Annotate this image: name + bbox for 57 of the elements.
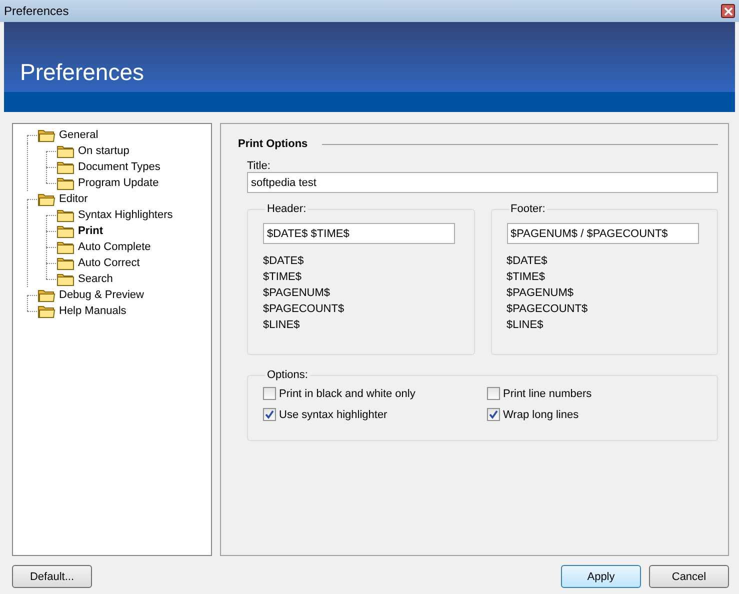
tree-item[interactable]: On startup: [77, 145, 130, 157]
variable-item[interactable]: $DATE$: [263, 253, 458, 269]
banner-title: Preferences: [20, 59, 144, 86]
checkbox[interactable]: [487, 387, 500, 400]
variable-item[interactable]: $PAGECOUNT$: [263, 301, 458, 317]
template-field[interactable]: $PAGENUM$ / $PAGECOUNT$: [506, 223, 698, 244]
checkbox[interactable]: [263, 408, 276, 421]
folder-icon: [57, 160, 74, 174]
tree-item[interactable]: Auto Correct: [77, 257, 141, 269]
cancel-button[interactable]: Cancel: [649, 565, 729, 588]
checkbox-label: Print line numbers: [503, 388, 592, 400]
folder-icon: [57, 176, 74, 190]
close-icon: [724, 6, 732, 16]
checkbox-label: Wrap long lines: [503, 408, 579, 420]
group-legend: Options:: [265, 369, 310, 381]
tree-item[interactable]: Print: [77, 225, 104, 237]
tree-item[interactable]: Document Types: [77, 161, 162, 173]
title-label: Title:: [247, 160, 272, 172]
folder-icon: [57, 208, 74, 222]
checkbox[interactable]: [263, 387, 276, 400]
folder-icon: [57, 272, 74, 286]
group-legend: Header:: [265, 203, 308, 215]
tree-item[interactable]: General: [58, 129, 100, 141]
folder-icon: [38, 128, 55, 142]
folder-icon: [38, 288, 55, 302]
tree-item[interactable]: Editor: [58, 193, 89, 205]
group-legend: Footer:: [508, 203, 548, 215]
tree-item[interactable]: Debug & Preview: [58, 289, 145, 301]
close-button[interactable]: [721, 4, 735, 18]
variable-item[interactable]: $TIME$: [506, 269, 702, 285]
checkbox-label: Print in black and white only: [279, 388, 416, 400]
folder-icon: [57, 144, 74, 158]
variable-item[interactable]: $PAGECOUNT$: [506, 301, 702, 317]
title-field[interactable]: softpedia test: [247, 172, 718, 193]
variable-item[interactable]: $PAGENUM$: [263, 285, 458, 301]
tree-item[interactable]: Auto Complete: [77, 241, 152, 253]
folder-icon: [38, 304, 55, 318]
folder-icon: [57, 240, 74, 254]
folder-icon: [57, 256, 74, 270]
folder-icon: [57, 224, 74, 238]
default-button[interactable]: Default...: [12, 565, 92, 588]
tree-item[interactable]: Program Update: [77, 177, 160, 189]
variable-item[interactable]: $LINE$: [263, 317, 458, 333]
tree-item[interactable]: Help Manuals: [58, 305, 128, 317]
checkbox-label: Use syntax highlighter: [279, 408, 388, 420]
tree-item[interactable]: Search: [77, 273, 114, 285]
variable-item[interactable]: $PAGENUM$: [506, 285, 702, 301]
template-field[interactable]: $DATE$ $TIME$: [263, 223, 455, 244]
window-title: Preferences: [4, 4, 69, 18]
variable-item[interactable]: $TIME$: [263, 269, 458, 285]
tree-item[interactable]: Syntax Highlighters: [77, 209, 174, 221]
variable-item[interactable]: $LINE$: [506, 317, 702, 333]
section-heading: Print Options: [238, 138, 308, 150]
folder-icon: [38, 192, 55, 206]
apply-button[interactable]: Apply: [561, 565, 641, 588]
variable-item[interactable]: $DATE$: [506, 253, 702, 269]
checkbox[interactable]: [487, 408, 500, 421]
